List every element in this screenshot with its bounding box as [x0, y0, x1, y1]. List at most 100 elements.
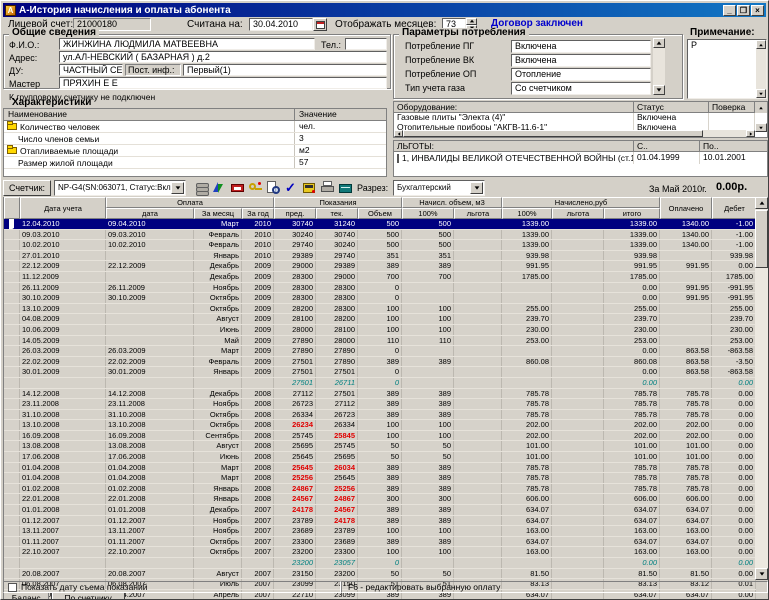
maximize-button[interactable]: ❐ — [737, 5, 750, 16]
key-icon[interactable] — [247, 180, 264, 196]
table-row[interactable]: 232002305700.000.00 — [4, 558, 756, 569]
header-lgota-rub[interactable]: льгота — [552, 208, 604, 219]
header-oplata[interactable]: Оплата — [106, 197, 274, 208]
note-scrollbar[interactable] — [756, 40, 766, 98]
header-pokazaniya[interactable]: Показания — [274, 197, 402, 208]
grid-vscrollbar[interactable] — [755, 197, 768, 580]
compass-icon[interactable] — [211, 180, 228, 196]
table-row[interactable]: Размер жилой площади57 — [4, 157, 386, 169]
header-pred[interactable]: пред. — [274, 208, 316, 219]
minimize-button[interactable]: _ — [723, 5, 736, 16]
table-row[interactable]: 01.04.200801.04.2008Март2008252562564538… — [4, 473, 756, 484]
table-row[interactable]: 31.10.200831.10.2008Октябрь2008263342672… — [4, 410, 756, 421]
equipment-title[interactable]: Оборудование: — [394, 102, 634, 113]
scroll-up-icon[interactable] — [755, 102, 767, 113]
table-row[interactable]: 23.11.200823.11.2008Ноябрь20082672327112… — [4, 399, 756, 410]
scroll-right-icon[interactable] — [746, 130, 755, 137]
table-row[interactable]: 04.08.2009Август20092810028200100100239.… — [4, 314, 756, 325]
equipment-col-status[interactable]: Статус — [634, 102, 709, 113]
coins-icon[interactable] — [193, 180, 210, 196]
table-row[interactable]: 13.10.2009Октябрь20092820028300100100255… — [4, 304, 756, 315]
scroll-down-icon[interactable] — [755, 568, 768, 580]
table-row[interactable]: 22.01.200822.01.2008Январь20082456724867… — [4, 494, 756, 505]
consumption-param-value[interactable]: Включена — [511, 40, 651, 53]
table-row[interactable]: 17.06.200817.06.2008Июнь2008256452569550… — [4, 452, 756, 463]
address-input[interactable]: ул.АЛ-НЕВСКИЙ ( БАЗАРНАЯ ) д.2 — [59, 51, 387, 63]
table-row[interactable]: Количество человекчел. — [4, 121, 386, 133]
table-row[interactable]: 22.02.200922.02.2009Февраль2009275012789… — [4, 357, 756, 368]
table-row[interactable]: 20.08.200720.08.2007Август20072315023200… — [4, 569, 756, 580]
header-za-mesyac[interactable]: За месяц — [194, 208, 242, 219]
magnifier-document-icon[interactable] — [265, 180, 282, 196]
header-obem[interactable]: Объем — [358, 208, 402, 219]
col-value-header[interactable]: Значение — [295, 109, 386, 121]
col-name-header[interactable]: Наименование — [4, 109, 295, 121]
header-100-rub[interactable]: 100% — [502, 208, 552, 219]
consumption-scrollbar[interactable] — [653, 38, 665, 95]
scroll-down-icon[interactable] — [653, 85, 665, 95]
tab-active[interactable]: По счетчику — [51, 593, 124, 600]
header-lgota-obem[interactable]: льгота — [454, 208, 502, 219]
benefit-checkbox[interactable] — [397, 154, 399, 163]
table-row[interactable]: Отапливаемые площадим2 — [4, 145, 386, 157]
table-row[interactable]: 12.04.201009.04.2010Март2010307403124050… — [4, 219, 756, 230]
equipment-hscrollbar[interactable] — [394, 130, 755, 137]
table-row[interactable]: 26.03.200926.03.2009Март2009278902789000… — [4, 346, 756, 357]
header-nachisl-obem[interactable]: Начисл. объем, м3 — [402, 197, 502, 208]
meter-device-icon[interactable] — [301, 180, 318, 196]
book-icon[interactable] — [337, 180, 354, 196]
table-row[interactable]: 13.10.200813.10.2008Октябрь2008262342633… — [4, 420, 756, 431]
header-date-uch[interactable]: Дата учета — [20, 197, 106, 219]
tel-input[interactable] — [345, 38, 387, 50]
table-row[interactable]: 01.02.200801.02.2008Январь20082486725256… — [4, 484, 756, 495]
header-debet[interactable]: Дебет — [712, 197, 756, 219]
scroll-thumb[interactable] — [403, 130, 703, 137]
consumption-param-value[interactable]: Отопление — [511, 68, 651, 81]
table-row[interactable]: 1, ИНВАЛИДЫ ВЕЛИКОЙ ОТЕЧЕСТВЕННОЙ ВОЙНЫ … — [394, 152, 767, 164]
read-on-date-input[interactable]: 30.04.2010 — [249, 18, 313, 31]
scroll-up-icon[interactable] — [755, 197, 768, 209]
consumption-param-value[interactable]: Со счетчиком — [511, 82, 651, 95]
table-row[interactable]: 11.12.2009Декабрь20092830029000700700178… — [4, 272, 756, 283]
equipment-col-check[interactable]: Поверка — [709, 102, 755, 113]
table-row[interactable]: 30.01.200930.01.2009Январь20092750127501… — [4, 367, 756, 378]
check-edit-icon[interactable]: ✓ — [283, 180, 300, 196]
table-row[interactable]: 30.10.200930.10.2009Октябрь2009283002830… — [4, 293, 756, 304]
header-data[interactable]: дата — [106, 208, 194, 219]
meter-button[interactable]: Счетчик: — [3, 180, 51, 196]
fio-input[interactable]: ЖИНЖИНА ЛЮДМИЛА МАТВЕЕВНА — [59, 38, 315, 50]
table-row[interactable]: 09.03.201009.03.2010Февраль2010302403074… — [4, 230, 756, 241]
scroll-down-icon[interactable] — [755, 123, 767, 132]
table-row[interactable]: 13.08.200813.08.2008Август20082569525745… — [4, 441, 756, 452]
header-100-obem[interactable]: 100% — [402, 208, 454, 219]
show-date-checkbox[interactable] — [8, 583, 17, 592]
chevron-down-icon[interactable] — [470, 182, 483, 194]
table-row[interactable]: 22.12.200922.12.2009Декабрь2009290002938… — [4, 261, 756, 272]
table-row[interactable]: 275012671100.000.00 — [4, 378, 756, 389]
table-row[interactable]: 26.11.200926.11.2009Ноябрь20092830028300… — [4, 283, 756, 294]
tab-inactive[interactable]: Баланс — [3, 593, 49, 600]
table-row[interactable]: 13.11.200713.11.2007Ноябрь20072368923789… — [4, 526, 756, 537]
consumption-param-value[interactable]: Включена — [511, 54, 651, 67]
table-row[interactable]: 01.04.200801.04.2008Март2008256452603438… — [4, 463, 756, 474]
table-row[interactable]: 10.06.2009Июнь20092800028100100100230.00… — [4, 325, 756, 336]
table-row[interactable]: 01.01.200801.01.2008Декабрь2007241782456… — [4, 505, 756, 516]
meter-combo[interactable]: NP-G4(SN:063071, Статус:Включ — [54, 180, 186, 196]
benefits-col-from[interactable]: С.. — [634, 141, 700, 152]
table-row[interactable]: Число членов семьи3 — [4, 133, 386, 145]
printer-icon[interactable] — [319, 180, 336, 196]
master-input[interactable]: ПРЯХИН Е Е — [59, 77, 387, 89]
razrez-combo[interactable]: Бухгалтерский — [393, 180, 485, 196]
table-row[interactable]: 22.10.200722.10.2007Октябрь2007232002330… — [4, 547, 756, 558]
post-info-input[interactable]: Первый(1) — [183, 64, 387, 76]
close-button[interactable]: × — [751, 5, 764, 16]
table-row[interactable]: 14.12.200814.12.2008Декабрь2008271122750… — [4, 389, 756, 400]
benefits-col-to[interactable]: По.. — [700, 141, 767, 152]
table-row[interactable]: 14.05.2009Май20092789028000110110253.002… — [4, 336, 756, 347]
cassette-icon[interactable] — [229, 180, 246, 196]
scroll-up-icon[interactable] — [653, 38, 665, 48]
scroll-up-icon[interactable] — [756, 40, 766, 49]
table-row[interactable]: 01.11.200701.11.2007Октябрь2007233002368… — [4, 537, 756, 548]
header-oplacheno[interactable]: Оплачено — [660, 197, 712, 219]
header-nachisleno[interactable]: Начислено,руб — [502, 197, 660, 208]
